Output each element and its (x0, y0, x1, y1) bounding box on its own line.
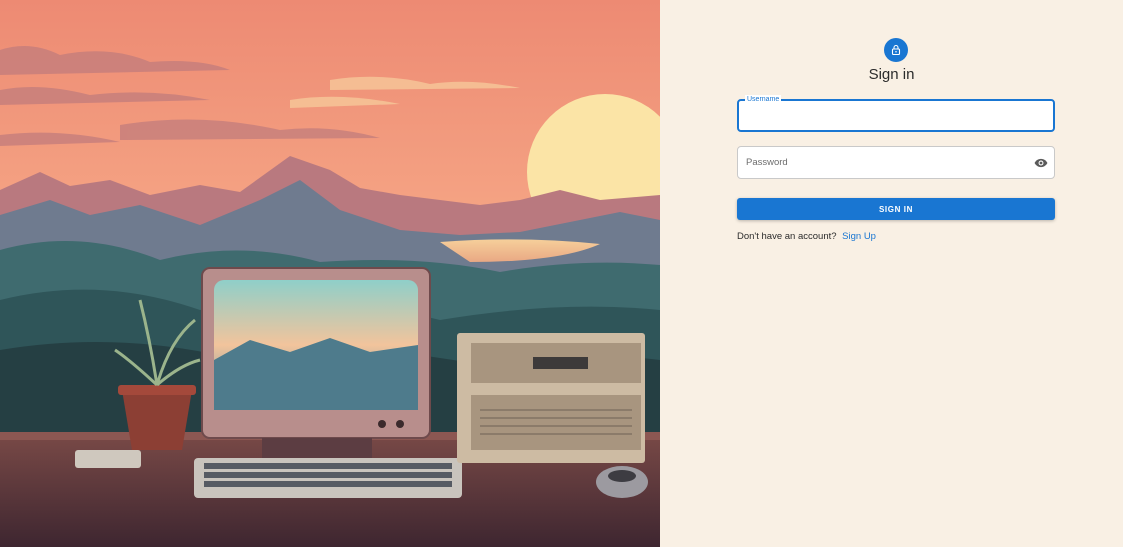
page-title: Sign in (868, 66, 915, 83)
lock-avatar (884, 38, 908, 62)
username-field-container: Username (737, 95, 1055, 132)
password-field-container: Password (737, 146, 1055, 179)
eye-icon[interactable] (1034, 156, 1048, 170)
username-input[interactable] (739, 101, 1053, 130)
no-account-text: Don't have an account? (737, 231, 837, 242)
signup-prompt: Don't have an account? Sign Up (737, 231, 876, 242)
lock-icon (891, 44, 901, 56)
sign-in-button[interactable]: SIGN IN (737, 198, 1055, 220)
login-panel: Sign in Username Password SIGN IN Don't … (660, 0, 1123, 547)
sign-up-link[interactable]: Sign Up (842, 231, 876, 242)
sunset-desk-illustration (0, 0, 660, 547)
hero-illustration (0, 0, 660, 547)
password-placeholder: Password (746, 157, 788, 168)
username-label: Username (745, 95, 782, 104)
